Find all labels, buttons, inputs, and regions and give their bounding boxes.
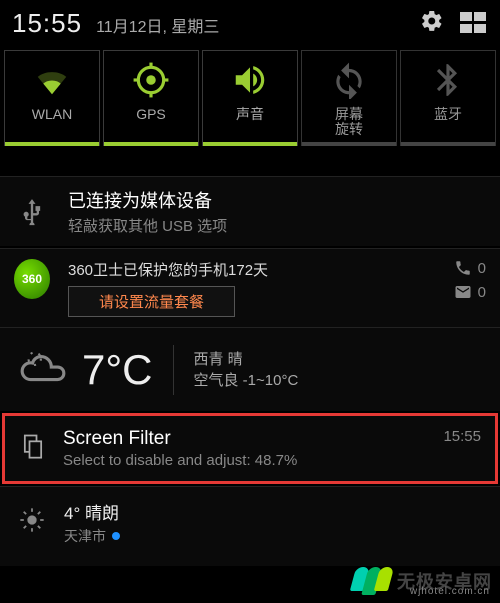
guard-360-icon xyxy=(14,259,50,299)
notification-usb[interactable]: 已连接为媒体设备 轻敲获取其他 USB 选项 xyxy=(0,176,500,246)
status-bar-left: 15:55 11月12日, 星期三 xyxy=(12,8,219,39)
notification-weather[interactable]: 7°C 西青 晴 空气良 -1~10°C xyxy=(0,327,500,411)
tile-label: 声音 xyxy=(236,107,264,122)
tile-label: 屏幕 旋转 xyxy=(335,107,363,138)
mini-weather-title: 4° 晴朗 xyxy=(64,499,120,524)
tile-label: WLAN xyxy=(32,107,72,122)
sound-icon xyxy=(231,61,269,99)
notification-360guard[interactable]: 360卫士已保护您的手机172天 请设置流量套餐 0 0 xyxy=(0,248,500,327)
clock: 15:55 xyxy=(12,8,82,39)
tile-rotation[interactable]: 屏幕 旋转 xyxy=(301,50,397,146)
mini-weather-city: 天津市 xyxy=(64,526,120,546)
quick-settings-tiles: WLAN GPS 声音 屏幕 旋转 蓝牙 xyxy=(0,46,500,152)
tile-label: GPS xyxy=(136,107,166,122)
tile-bluetooth[interactable]: 蓝牙 xyxy=(400,50,496,146)
weather-detail: 西青 晴 空气良 -1~10°C xyxy=(194,349,299,391)
bluetooth-icon xyxy=(429,61,467,99)
gps-icon xyxy=(132,61,170,99)
notif-time: 15:55 xyxy=(443,428,481,445)
data-plan-button[interactable]: 请设置流量套餐 xyxy=(68,286,235,317)
missed-calls: 0 xyxy=(454,259,486,277)
screen-filter-icon xyxy=(19,432,47,465)
date: 11月12日, 星期三 xyxy=(96,13,219,37)
missed-msgs: 0 xyxy=(454,283,486,301)
temperature: 7°C xyxy=(82,346,153,394)
tile-wlan[interactable]: WLAN xyxy=(4,50,100,146)
tile-gps[interactable]: GPS xyxy=(103,50,199,146)
notif-sub: Select to disable and adjust: 48.7% xyxy=(63,452,427,469)
notification-screen-filter[interactable]: Screen Filter Select to disable and adju… xyxy=(2,413,498,484)
notif-title: 360卫士已保护您的手机172天 xyxy=(68,259,436,280)
tile-label: 蓝牙 xyxy=(434,107,462,122)
notif-title: 已连接为媒体设备 xyxy=(68,187,486,213)
notif-sub: 轻敲获取其他 USB 选项 xyxy=(68,215,486,236)
tiles-grid-icon[interactable] xyxy=(460,12,488,34)
watermark: 无极安卓网 wjhotel.com.cn xyxy=(355,567,492,595)
settings-icon[interactable] xyxy=(420,9,444,38)
moon-cloud-icon xyxy=(18,342,68,397)
status-bar: 15:55 11月12日, 星期三 xyxy=(0,0,500,46)
wifi-icon xyxy=(33,61,71,99)
usb-icon xyxy=(14,195,50,229)
notif-title: Screen Filter xyxy=(63,428,427,450)
sun-icon xyxy=(18,506,46,539)
rotation-icon xyxy=(330,61,368,99)
notification-mini-weather[interactable]: 4° 晴朗 天津市 xyxy=(0,486,500,566)
watermark-logo-icon xyxy=(355,567,391,595)
tile-sound[interactable]: 声音 xyxy=(202,50,298,146)
status-bar-right xyxy=(420,9,488,38)
watermark-url: wjhotel.com.cn xyxy=(410,586,490,597)
